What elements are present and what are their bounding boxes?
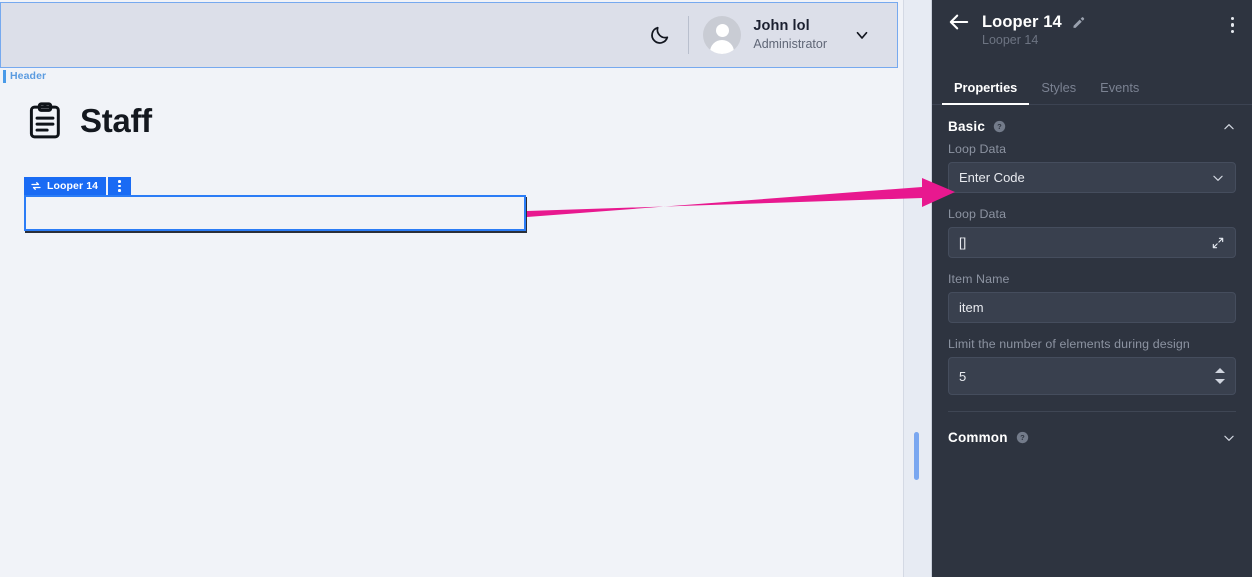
- field-label-loop-data-code: Loop Data: [948, 207, 1007, 221]
- field-loop-data-code: Loop Data []: [932, 207, 1252, 258]
- field-loop-data-mode: Loop Data Enter Code: [932, 142, 1252, 193]
- layer-tick-marker: [3, 69, 6, 83]
- avatar[interactable]: [703, 16, 742, 54]
- field-label-limit-elements: Limit the number of elements during desi…: [948, 337, 1190, 351]
- avatar-head-shape: [715, 24, 729, 37]
- loop-data-mode-value: Enter Code: [959, 170, 1025, 185]
- chevron-down-icon[interactable]: [853, 26, 871, 44]
- section-title-common: Common: [948, 430, 1008, 445]
- panel-tabs: Properties Styles Events: [932, 70, 1252, 105]
- svg-text:?: ?: [1020, 433, 1025, 442]
- page-title: Staff: [80, 102, 152, 139]
- section-header-basic[interactable]: Basic ?: [932, 105, 1252, 142]
- component-tag-label: Looper 14: [47, 180, 99, 192]
- loop-repeat-icon: [31, 182, 41, 190]
- kebab-menu-icon: [118, 180, 121, 192]
- component-tag-badge[interactable]: Looper 14: [24, 177, 107, 195]
- loop-data-code-value: []: [959, 235, 967, 250]
- panel-kebab-menu-button[interactable]: [1230, 17, 1234, 33]
- help-circle-icon[interactable]: ?: [993, 120, 1006, 133]
- selected-component-box[interactable]: [24, 195, 526, 231]
- user-info: John lol Administrator: [753, 18, 827, 52]
- properties-panel: Looper 14 Looper 14 Properties Styles Ev…: [932, 0, 1252, 577]
- pencil-edit-icon[interactable]: [1071, 15, 1086, 30]
- selected-component-wrapper[interactable]: Looper 14: [24, 177, 526, 231]
- component-tag-row: Looper 14: [24, 177, 526, 195]
- loop-data-code-input[interactable]: []: [948, 227, 1236, 258]
- tab-styles[interactable]: Styles: [1029, 80, 1088, 104]
- canvas-scrollbar-thumb[interactable]: [914, 432, 919, 480]
- dark-mode-toggle-button[interactable]: [640, 15, 680, 55]
- user-name: John lol: [753, 17, 810, 34]
- stepper-increment-button[interactable]: [1215, 368, 1225, 373]
- builder-canvas[interactable]: John lol Administrator Header Staff Loop…: [0, 0, 932, 577]
- limit-elements-value: 5: [959, 368, 967, 384]
- item-name-input[interactable]: item: [948, 292, 1236, 323]
- header-layer-label[interactable]: Header: [3, 69, 46, 83]
- section-title-basic: Basic: [948, 119, 986, 134]
- app-header-block[interactable]: John lol Administrator: [0, 2, 898, 68]
- component-kebab-menu-button[interactable]: [108, 177, 132, 195]
- header-toolbar: John lol Administrator: [640, 3, 897, 67]
- panel-subtitle: Looper 14: [982, 33, 1039, 47]
- panel-title-row: Looper 14: [948, 12, 1236, 32]
- field-label-item-name: Item Name: [948, 272, 1010, 286]
- chevron-down-icon[interactable]: [1211, 171, 1225, 185]
- section-header-common[interactable]: Common ?: [932, 412, 1252, 453]
- field-limit-elements: Limit the number of elements during desi…: [932, 337, 1252, 395]
- field-label-loop-data-mode: Loop Data: [948, 142, 1007, 156]
- svg-text:?: ?: [997, 122, 1002, 131]
- canvas-vertical-scrollbar[interactable]: [903, 0, 931, 577]
- item-name-value: item: [959, 300, 984, 315]
- chevron-up-icon[interactable]: [1222, 120, 1236, 134]
- loop-data-mode-select[interactable]: Enter Code: [948, 162, 1236, 193]
- field-item-name: Item Name item: [932, 272, 1252, 323]
- header-divider: [688, 16, 690, 54]
- chevron-down-icon[interactable]: [1222, 431, 1236, 445]
- panel-header: Looper 14 Looper 14: [932, 0, 1252, 70]
- limit-elements-number-input[interactable]: 5: [948, 357, 1236, 395]
- clipboard-list-icon: [29, 102, 60, 139]
- page-title-row: Staff: [28, 102, 152, 140]
- avatar-body-shape: [710, 40, 735, 54]
- panel-title: Looper 14: [982, 12, 1062, 31]
- expand-diagonal-icon[interactable]: [1211, 236, 1225, 250]
- number-stepper-icon[interactable]: [1215, 368, 1225, 384]
- tab-properties[interactable]: Properties: [942, 80, 1030, 105]
- header-layer-label-text: Header: [10, 70, 47, 82]
- help-circle-icon[interactable]: ?: [1016, 431, 1029, 444]
- stepper-decrement-button[interactable]: [1215, 379, 1225, 384]
- tab-events[interactable]: Events: [1088, 80, 1151, 104]
- arrow-left-icon[interactable]: [948, 12, 970, 32]
- user-role: Administrator: [753, 37, 827, 52]
- moon-icon: [651, 26, 669, 44]
